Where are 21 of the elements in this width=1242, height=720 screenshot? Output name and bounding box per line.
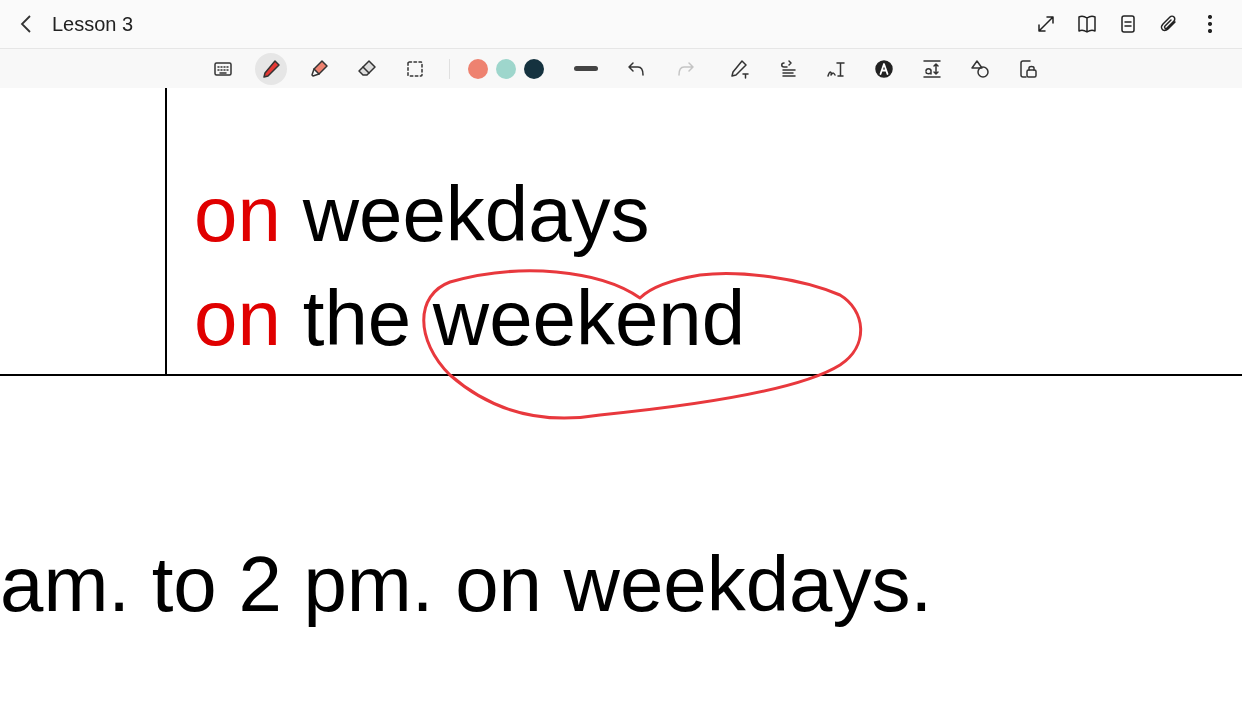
handout-text: the weekend: [302, 273, 746, 364]
handout-text: on: [194, 273, 281, 364]
handout-text: weekdays: [302, 169, 650, 260]
handout-text: on: [194, 169, 281, 260]
sentence-text: am. to 2 pm. on weekdays.: [0, 539, 934, 630]
highlighter-icon: [308, 57, 330, 80]
book-icon: [1076, 13, 1098, 35]
tool-button[interactable]: [255, 52, 287, 85]
pen-icon: [260, 57, 282, 80]
document-title: Lesson 3: [52, 12, 134, 37]
expand-icon: [1035, 13, 1057, 35]
lock-icon: [1017, 57, 1039, 80]
color-swatch[interactable]: [524, 58, 544, 79]
shapes-icon: [969, 57, 991, 80]
text-size-icon: [921, 57, 943, 80]
text-style-icon: [873, 57, 895, 80]
more-icon: [1208, 15, 1212, 33]
pen-text-icon: [729, 57, 751, 80]
color-swatch[interactable]: [468, 58, 488, 79]
color-swatch[interactable]: [496, 58, 516, 79]
stroke-width-button[interactable]: [574, 66, 598, 71]
